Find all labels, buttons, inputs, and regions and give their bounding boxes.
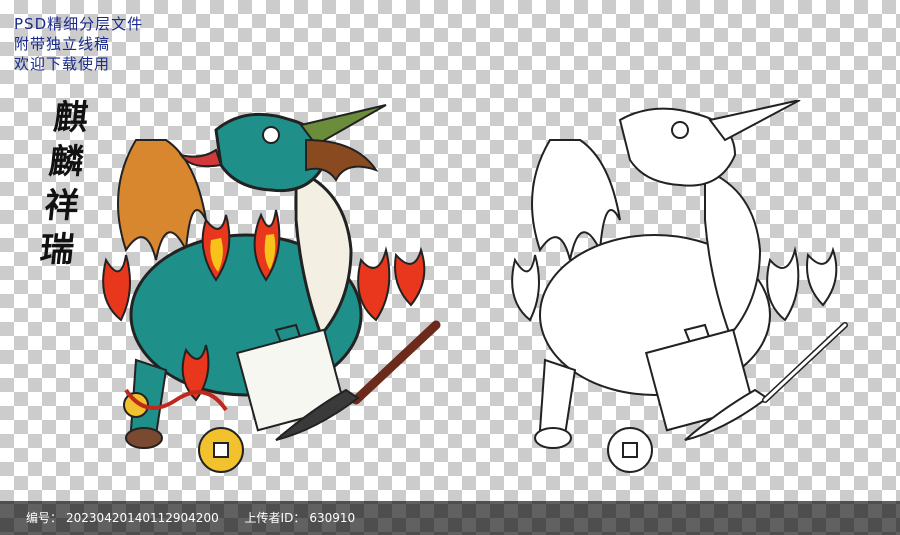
id-label: 编号： [26,511,63,525]
qilin-color-illustration [102,104,441,473]
calligraphy-char-4: 瑞 [37,230,77,270]
calligraphy-char-1: 麒 [51,98,91,138]
calligraphy-char-2: 麟 [47,142,86,182]
id-value: 20230420140112904200 [66,511,219,525]
footer-bar: 编号： 20230420140112904200 上传者ID： 630910 [0,501,900,535]
flame-line-2 [766,246,800,322]
promo-line-1: PSD精细分层文件 [14,15,144,33]
uploader-label: 上传者ID： [244,511,306,525]
hoof [125,427,163,449]
flame-line-1 [511,254,540,322]
hoof-line [534,427,572,449]
eye-line [671,121,689,139]
calligraphy-char-3: 祥 [42,186,81,226]
horn [299,104,387,147]
promo-line-2: 附带独立线稿 [14,35,111,53]
uploader-value: 630910 [309,511,356,525]
flame-line-3 [806,246,838,307]
brush-handle [351,320,441,405]
promo-text: PSD精细分层文件 附带独立线稿 欢迎下载使用 [14,14,143,74]
qilin-line-illustration [511,100,848,473]
eye [262,126,280,144]
horn-line [708,100,801,142]
hind-leg-line [538,358,577,437]
promo-line-3: 欢迎下载使用 [14,55,111,73]
calligraphy-title: 麒 麟 祥 瑞 [27,96,101,272]
